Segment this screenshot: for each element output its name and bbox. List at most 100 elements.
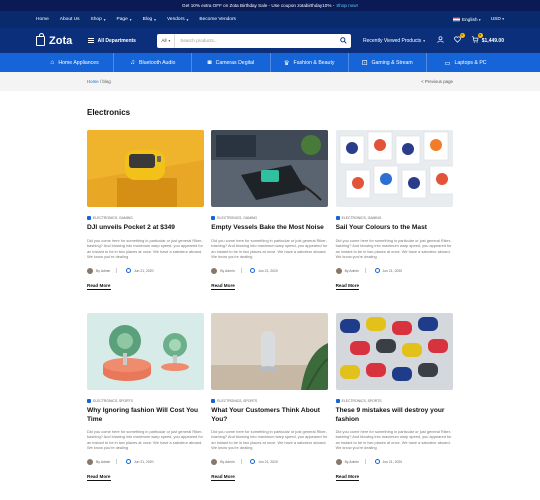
avatar	[87, 267, 93, 274]
post-title[interactable]: Sail Your Colours to the Mast	[336, 224, 453, 233]
post-thumbnail[interactable]	[87, 313, 204, 390]
post-date: Jun 21, 2020	[258, 268, 278, 273]
post-thumbnail[interactable]	[211, 130, 329, 207]
nav-blog[interactable]: Blog ▾	[143, 17, 156, 22]
post-author[interactable]: By Admin	[345, 269, 359, 273]
read-more-link[interactable]: Read More	[87, 283, 111, 290]
user-icon[interactable]	[437, 36, 444, 45]
tag-icon	[335, 216, 340, 220]
breadcrumb-current: / blog	[99, 79, 111, 84]
previous-page-link[interactable]: < Previous page	[421, 79, 453, 84]
all-departments-button[interactable]: All Departments	[87, 37, 158, 44]
category-bluetooth-audio[interactable]: ♫ Bluetooth Audio	[114, 53, 193, 72]
tags-text[interactable]: Electronics, Sports	[93, 399, 133, 403]
post-author[interactable]: By Admin	[96, 269, 110, 273]
post-thumbnail[interactable]	[335, 130, 453, 207]
post-title[interactable]: Why Ignoring fashion Will Cost You Time	[87, 407, 204, 424]
calendar-icon	[374, 268, 380, 274]
chevron-down-icon: ▾	[423, 38, 426, 43]
category-gaming-stream[interactable]: ⚀ Gaming & Stream	[349, 53, 427, 72]
avatar	[335, 458, 342, 465]
camera-icon: ◙	[207, 59, 212, 66]
search-icon[interactable]	[337, 37, 351, 44]
read-more-link[interactable]: Read More	[211, 283, 235, 290]
nav-vendors[interactable]: Vendors ▾	[167, 17, 188, 22]
category-laptops-pc[interactable]: ▭ Laptops & PC	[427, 53, 504, 72]
category-label: Fashion & Beauty	[293, 59, 335, 66]
language-select[interactable]: English ▾	[452, 16, 481, 22]
avatar	[211, 267, 218, 274]
post-thumbnail[interactable]	[211, 313, 329, 390]
read-more-link[interactable]: Read More	[335, 283, 360, 290]
post-title[interactable]: What Your Customers Think About You?	[211, 407, 328, 424]
post-thumbnail[interactable]	[87, 130, 204, 207]
tag-icon	[87, 399, 91, 403]
search-category-select[interactable]: All ▾	[157, 33, 176, 48]
promo-link[interactable]: Shop now!	[336, 3, 358, 8]
tags-text[interactable]: Electronics, Gaming	[93, 216, 133, 220]
currency-label: USD	[490, 16, 501, 22]
category-bar: ⌂ Home Appliances ♫ Bluetooth Audio ◙ Ca…	[0, 53, 540, 72]
post-title[interactable]: These 9 mistakes will destroy your fashi…	[336, 407, 453, 424]
post-title[interactable]: Empty Vessels Bake the Most Noise	[211, 224, 328, 233]
laptop-icon: ▭	[444, 59, 451, 67]
chevron-down-icon: ▾	[168, 38, 171, 43]
nav-label: Shop	[90, 17, 102, 22]
category-label: Home Appliances	[58, 59, 99, 66]
post-date: Jun 21, 2020	[382, 268, 403, 273]
nav-page[interactable]: Page ▾	[117, 17, 132, 22]
wishlist-count: 0	[459, 33, 465, 38]
nav-become-vendors[interactable]: Become Vendors	[199, 17, 236, 22]
nav-about[interactable]: About Us	[60, 17, 80, 22]
read-more-link[interactable]: Read More	[335, 474, 360, 481]
cart-button[interactable]: 0 $1,449.00	[471, 33, 504, 45]
chevron-down-icon: ▾	[478, 17, 481, 22]
logo-text: Zota	[49, 34, 73, 47]
currency-select[interactable]: USD ▾	[491, 17, 504, 22]
wishlist-heart-icon[interactable]: 0	[453, 33, 465, 45]
search-category-label: All	[161, 38, 167, 43]
blog-grid: Electronics, Gaming DJI unveils Pocket 2…	[87, 130, 453, 481]
category-label: Gaming & Stream	[371, 59, 413, 66]
breadcrumb-home[interactable]: Home	[87, 79, 99, 84]
tags-text[interactable]: Electronics, Sports	[217, 399, 257, 403]
category-cameras[interactable]: ◙ Cameras Degital	[192, 53, 271, 72]
recently-viewed-dropdown[interactable]: Recently Viewed Products ▾	[363, 38, 433, 44]
tag-icon	[87, 216, 91, 220]
flag-icon	[452, 16, 460, 22]
search-input[interactable]: Search products...	[175, 38, 337, 43]
post-author[interactable]: By Admin	[96, 460, 110, 464]
shirt-icon: ♛	[283, 59, 290, 67]
post-thumbnail[interactable]	[335, 313, 453, 390]
post-author[interactable]: By Admin	[345, 460, 359, 464]
tag-icon	[335, 399, 340, 403]
post-author[interactable]: By Admin	[220, 460, 234, 464]
recently-viewed-label: Recently Viewed Products	[362, 37, 422, 44]
all-departments-label: All Departments	[97, 37, 136, 44]
post-meta: By Admin Jun 21, 2020	[211, 458, 328, 465]
tags-text[interactable]: Electronics, Gaming	[342, 216, 382, 220]
site-logo[interactable]: Zota	[36, 32, 80, 47]
read-more-link[interactable]: Read More	[87, 474, 111, 481]
nav-label: Home	[36, 17, 49, 22]
post-title[interactable]: DJI unveils Pocket 2 at $349	[87, 224, 204, 233]
category-label: Bluetooth Audio	[139, 59, 176, 66]
category-fashion-beauty[interactable]: ♛ Fashion & Beauty	[271, 53, 349, 72]
category-home-appliances[interactable]: ⌂ Home Appliances	[36, 53, 115, 72]
chevron-down-icon: ▾	[103, 17, 106, 22]
post-meta: By Admin Jun 21, 2020	[87, 267, 204, 274]
top-navigation: Home About Us Shop ▾ Page ▾ Blog ▾ Vendors ▾…	[0, 11, 540, 28]
nav-shop[interactable]: Shop ▾	[91, 17, 106, 22]
post-meta: By Admin Jun 21, 2020	[335, 267, 453, 274]
calendar-icon	[125, 268, 131, 274]
nav-home[interactable]: Home	[36, 17, 49, 22]
post-tags: Electronics, Gaming	[87, 216, 204, 220]
post-tags: Electronics, Sports	[211, 399, 328, 403]
tags-text[interactable]: Electronics, Sports	[342, 399, 382, 403]
post-author[interactable]: By Admin	[220, 269, 234, 273]
read-more-link[interactable]: Read More	[211, 474, 235, 481]
tag-icon	[211, 399, 216, 403]
cart-total: $1,449.00	[481, 37, 504, 44]
tags-text[interactable]: Electronics, Gaming	[217, 216, 257, 220]
nav-label: Vendors	[166, 17, 185, 22]
